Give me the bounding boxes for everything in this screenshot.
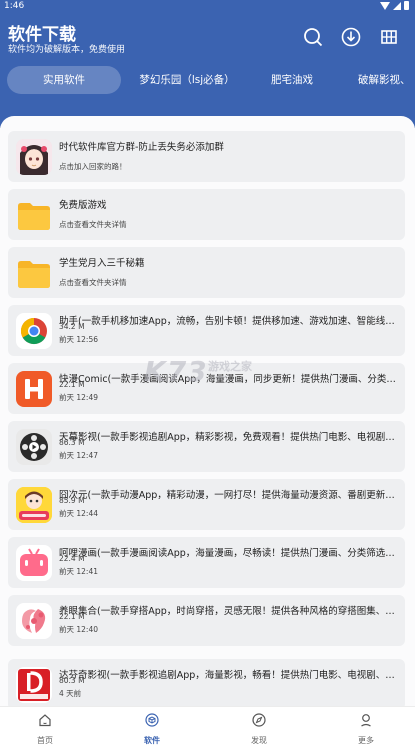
item-time: 前天 12:47: [59, 451, 98, 460]
nav-discover[interactable]: 发现: [219, 707, 299, 746]
status-time: 1:46: [4, 1, 25, 11]
item-title: 快漫Comic(一款手漫画阅读App，海量漫画，同步更新！提供热门漫画、分类筛选…: [59, 374, 397, 385]
item-time: 4 天前: [59, 689, 82, 698]
content-sheet: 时代软件库官方群-防止丢失务必添加群 点击加入回家的路！ 免费版游戏 点击查看文…: [0, 116, 415, 706]
item-title: 达芬奇影视(一款手影视追剧App，海量影视，畅看！提供热门电影、电视剧、综艺节目…: [59, 670, 397, 681]
item-subtitle: 点击查看文件夹详情: [59, 220, 127, 229]
app-header: 1:46 软件下载 软件均为破解版本，免费使用 实用软件 梦幻乐园（lsj必备）…: [0, 0, 415, 128]
item-size: 86.3 M: [59, 438, 85, 447]
item-subtitle: 点击查看文件夹详情: [59, 278, 127, 287]
item-title: 免费版游戏: [59, 200, 107, 211]
page-subtitle: 软件均为破解版本，免费使用: [8, 45, 126, 55]
status-icons: [380, 1, 409, 10]
list-item[interactable]: 免费版游戏 点击查看文件夹详情: [8, 189, 405, 240]
nav-home-label: 首页: [37, 736, 53, 745]
folder-icon: [16, 255, 52, 291]
nav-discover-label: 发现: [251, 736, 267, 745]
item-title: 学生党月入三千秘籍: [59, 258, 145, 269]
item-title: 养眼集合(一款手穿搭App，时尚穿搭，灵感无限！提供各种风格的穿搭图集、搭配建议…: [59, 606, 397, 617]
list-item[interactable]: 天幕影视(一款手影视追剧App，精彩影视，免费观看！提供热门电影、电视剧、综艺节…: [8, 421, 405, 472]
h-logo-icon: [16, 371, 52, 407]
signal-icon: [393, 1, 401, 10]
grid-icon[interactable]: [379, 27, 399, 47]
list-item[interactable]: 呵哩漫画(一款手漫画阅读App，海量漫画，尽畅读！提供热门漫画、分类筛选、个性化…: [8, 537, 405, 588]
davinci-icon: [16, 667, 52, 703]
anime-badge-icon: [16, 487, 52, 523]
item-title: 囧次元(一款手动漫App，精彩动漫，一网打尽！提供海量动漫资源、番剧更新、弹幕互…: [59, 490, 397, 501]
cube-icon: [145, 713, 159, 727]
bottom-nav: 首页 软件 发现 更多: [0, 706, 415, 746]
nav-software-label: 软件: [144, 736, 160, 745]
rose-woman-icon: [16, 603, 52, 639]
person-icon: [361, 714, 371, 727]
nav-home[interactable]: 首页: [5, 707, 85, 746]
tab-dream-park[interactable]: 梦幻乐园（lsj必备）: [128, 66, 246, 94]
item-size: 22.1 M: [59, 380, 85, 389]
tab-practical-software[interactable]: 实用软件: [7, 66, 121, 94]
list-item[interactable]: 囧次元(一款手动漫App，精彩动漫，一网打尽！提供海量动漫资源、番剧更新、弹幕互…: [8, 479, 405, 530]
list-item[interactable]: 快漫Comic(一款手漫画阅读App，海量漫画，同步更新！提供热门漫画、分类筛选…: [8, 363, 405, 414]
item-title: 时代软件库官方群-防止丢失务必添加群: [59, 142, 224, 153]
folder-icon: [16, 197, 52, 233]
film-reel-icon: [16, 429, 52, 465]
item-subtitle: 点击加入回家的路！: [59, 162, 127, 171]
wifi-icon: [380, 1, 390, 10]
item-title: 天幕影视(一款手影视追剧App，精彩影视，免费观看！提供热门电影、电视剧、综艺节…: [59, 432, 397, 443]
item-time: 前天 12:56: [59, 335, 98, 344]
search-icon[interactable]: [303, 27, 323, 47]
list-item[interactable]: 养眼集合(一款手穿搭App，时尚穿搭，灵感无限！提供各种风格的穿搭图集、搭配建议…: [8, 595, 405, 646]
chrome-like-icon: [16, 313, 52, 349]
nav-software[interactable]: 软件: [112, 707, 192, 746]
tab-games[interactable]: 肥宅油戏: [256, 66, 328, 94]
item-size: 80.3 M: [59, 676, 85, 685]
nav-more-label: 更多: [358, 736, 374, 745]
item-time: 前天 12:49: [59, 393, 98, 402]
compass-icon: [252, 713, 266, 727]
list-item[interactable]: 达芬奇影视(一款手影视追剧App，海量影视，畅看！提供热门电影、电视剧、综艺节目…: [8, 659, 405, 706]
item-size: 22.4 M: [59, 554, 85, 563]
list-item[interactable]: 学生党月入三千秘籍 点击查看文件夹详情: [8, 247, 405, 298]
tab-cracked-video[interactable]: 破解影视、: [358, 66, 415, 94]
anime-girl-avatar-icon: [16, 139, 52, 175]
item-time: 前天 12:41: [59, 567, 98, 576]
list-item[interactable]: 助手(一款手机移加速App，流畅，告别卡顿！提供移加速、游戏加速、智能线路选择等…: [8, 305, 405, 356]
item-time: 前天 12:40: [59, 625, 98, 634]
item-size: 22.1 M: [59, 612, 85, 621]
item-size: 85.9 M: [59, 496, 85, 505]
pink-tv-icon: [16, 545, 52, 581]
list-item[interactable]: 时代软件库官方群-防止丢失务必添加群 点击加入回家的路！: [8, 131, 405, 182]
item-title: 呵哩漫画(一款手漫画阅读App，海量漫画，尽畅读！提供热门漫画、分类筛选、个性化…: [59, 548, 397, 559]
item-time: 前天 12:44: [59, 509, 98, 518]
download-icon[interactable]: [341, 27, 361, 47]
item-title: 助手(一款手机移加速App，流畅，告别卡顿！提供移加速、游戏加速、智能线路选择等…: [59, 316, 397, 327]
category-tabs: 实用软件 梦幻乐园（lsj必备） 肥宅油戏 破解影视、: [0, 66, 415, 96]
battery-icon: [404, 1, 409, 10]
status-bar: 1:46: [0, 0, 415, 12]
nav-more[interactable]: 更多: [326, 707, 406, 746]
item-size: 34.2 M: [59, 322, 85, 331]
home-icon: [39, 714, 51, 727]
